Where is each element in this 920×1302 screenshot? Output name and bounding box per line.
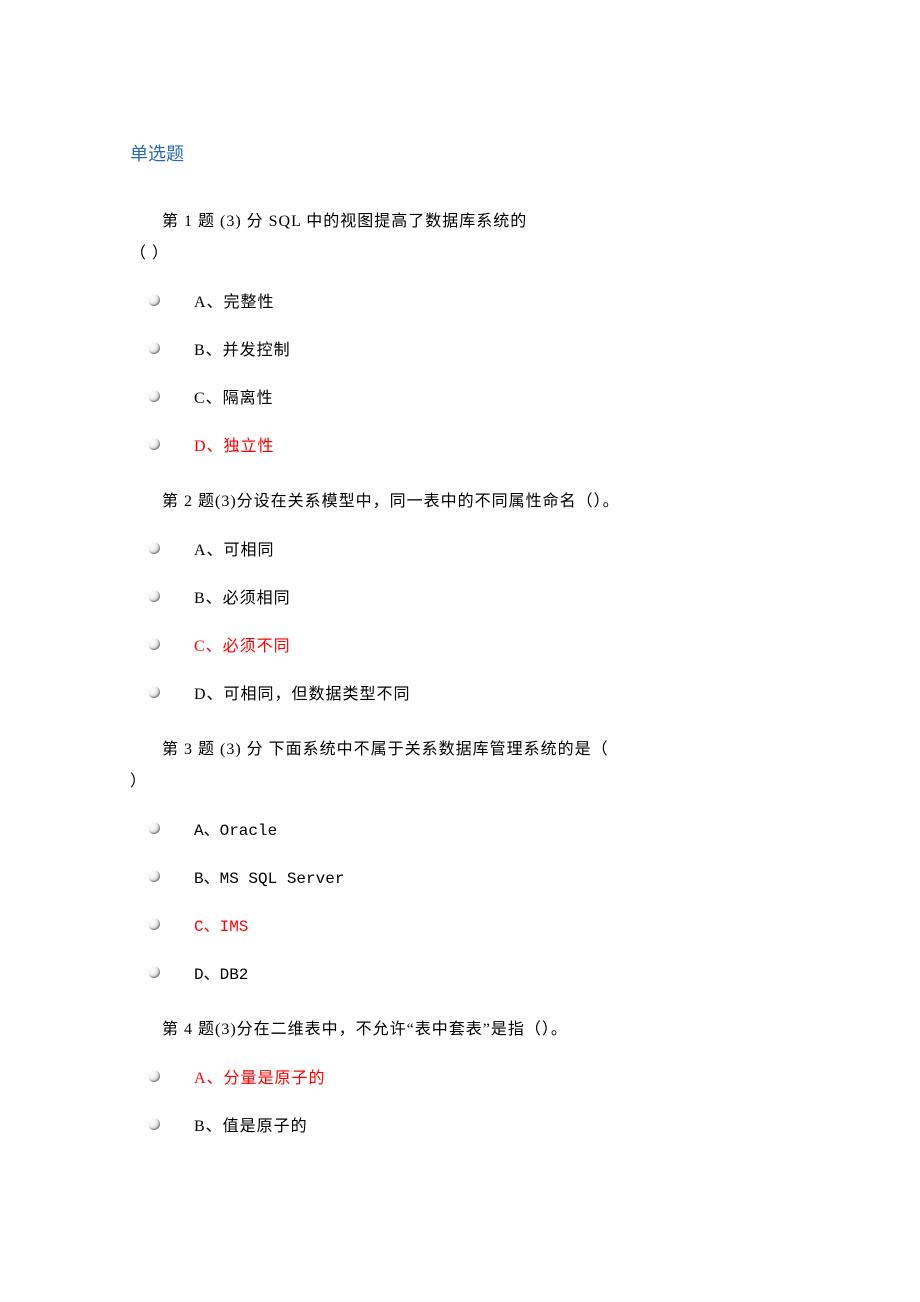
question-4-option-a[interactable]: A、分量是原子的 [130, 1064, 790, 1088]
option-label: C、IMS [194, 912, 248, 936]
question-3-line2: ） [130, 766, 790, 798]
radio-icon [148, 870, 160, 882]
question-2-option-a[interactable]: A、可相同 [130, 536, 790, 560]
section-heading: 单选题 [130, 140, 790, 166]
option-label: D、独立性 [194, 432, 275, 456]
radio-icon [148, 342, 160, 354]
option-label: B、并发控制 [194, 336, 291, 360]
option-label: B、必须相同 [194, 584, 291, 608]
option-label: A、分量是原子的 [194, 1064, 326, 1088]
radio-icon [148, 1070, 160, 1082]
question-1-options: A、完整性 B、并发控制 C、隔离性 D、独立性 [130, 288, 790, 456]
option-label: B、值是原子的 [194, 1112, 308, 1136]
question-3: 第 3 题 (3) 分 下面系统中不属于关系数据库管理系统的是（ ） A、Ora… [130, 734, 790, 984]
question-2-option-c[interactable]: C、必须不同 [130, 632, 790, 656]
option-label: A、完整性 [194, 288, 275, 312]
question-1-option-a[interactable]: A、完整性 [130, 288, 790, 312]
question-4-text: 第 4 题(3)分在二维表中，不允许“表中套表”是指（）。 [130, 1014, 790, 1046]
option-label: D、DB2 [194, 960, 248, 984]
question-3-option-b[interactable]: B、MS SQL Server [130, 864, 790, 888]
radio-icon [148, 822, 160, 834]
question-2-option-b[interactable]: B、必须相同 [130, 584, 790, 608]
option-label: B、MS SQL Server [194, 864, 344, 888]
question-4: 第 4 题(3)分在二维表中，不允许“表中套表”是指（）。 A、分量是原子的 B… [130, 1014, 790, 1136]
question-4-options: A、分量是原子的 B、值是原子的 [130, 1064, 790, 1136]
question-3-options: A、Oracle B、MS SQL Server C、IMS D、DB2 [130, 816, 790, 984]
question-1-text: 第 1 题 (3) 分 SQL 中的视图提高了数据库系统的 （ ） [130, 206, 790, 270]
question-1: 第 1 题 (3) 分 SQL 中的视图提高了数据库系统的 （ ） A、完整性 … [130, 206, 790, 456]
radio-icon [148, 542, 160, 554]
question-2: 第 2 题(3)分设在关系模型中，同一表中的不同属性命名（）。 A、可相同 B、… [130, 486, 790, 704]
radio-icon [148, 966, 160, 978]
question-2-line1: 第 2 题(3)分设在关系模型中，同一表中的不同属性命名（）。 [162, 493, 620, 510]
question-3-option-a[interactable]: A、Oracle [130, 816, 790, 840]
option-label: C、必须不同 [194, 632, 291, 656]
question-2-option-d[interactable]: D、可相同，但数据类型不同 [130, 680, 790, 704]
question-1-option-c[interactable]: C、隔离性 [130, 384, 790, 408]
radio-icon [148, 590, 160, 602]
question-2-options: A、可相同 B、必须相同 C、必须不同 D、可相同，但数据类型不同 [130, 536, 790, 704]
radio-icon [148, 918, 160, 930]
radio-icon [148, 638, 160, 650]
question-4-option-b[interactable]: B、值是原子的 [130, 1112, 790, 1136]
question-1-line1: 第 1 题 (3) 分 SQL 中的视图提高了数据库系统的 [162, 213, 527, 230]
option-label: A、可相同 [194, 536, 275, 560]
question-1-option-d[interactable]: D、独立性 [130, 432, 790, 456]
radio-icon [148, 1118, 160, 1130]
question-3-text: 第 3 题 (3) 分 下面系统中不属于关系数据库管理系统的是（ ） [130, 734, 790, 798]
question-2-text: 第 2 题(3)分设在关系模型中，同一表中的不同属性命名（）。 [130, 486, 790, 518]
radio-icon [148, 438, 160, 450]
option-label: C、隔离性 [194, 384, 274, 408]
question-3-line1: 第 3 题 (3) 分 下面系统中不属于关系数据库管理系统的是（ [162, 741, 609, 758]
question-1-option-b[interactable]: B、并发控制 [130, 336, 790, 360]
question-3-option-c[interactable]: C、IMS [130, 912, 790, 936]
option-label: A、Oracle [194, 816, 277, 840]
question-1-line2: （ ） [130, 238, 790, 270]
radio-icon [148, 390, 160, 402]
option-label: D、可相同，但数据类型不同 [194, 680, 411, 704]
question-3-option-d[interactable]: D、DB2 [130, 960, 790, 984]
question-4-line1: 第 4 题(3)分在二维表中，不允许“表中套表”是指（）。 [162, 1021, 568, 1038]
radio-icon [148, 686, 160, 698]
radio-icon [148, 294, 160, 306]
